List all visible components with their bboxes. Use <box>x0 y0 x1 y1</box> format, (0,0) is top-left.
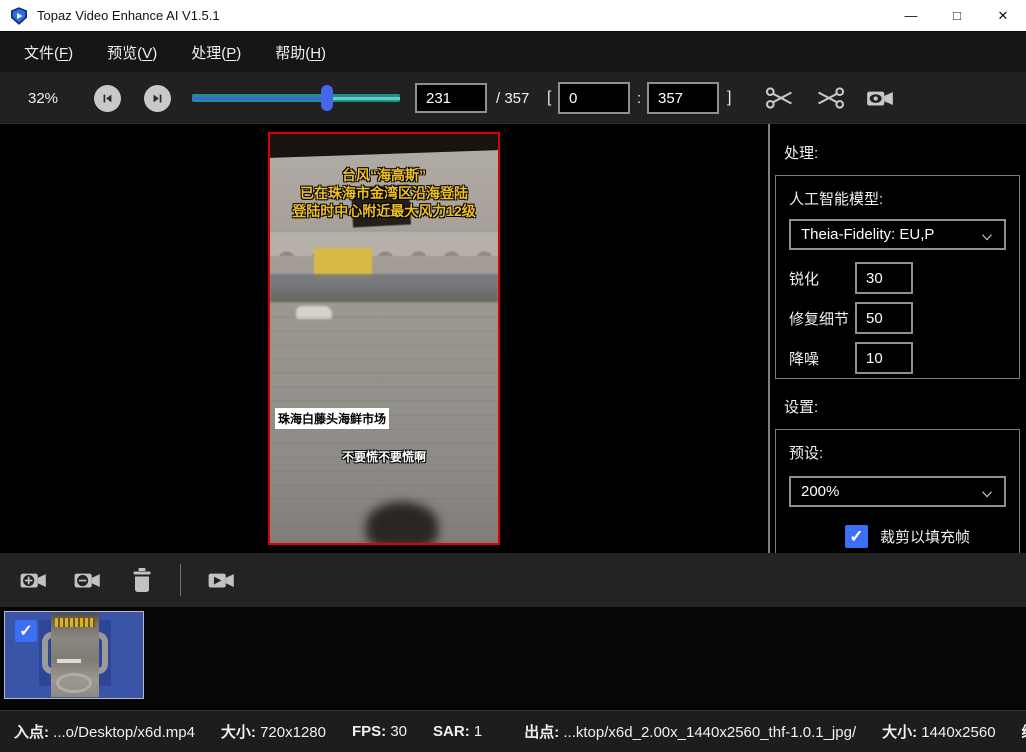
checkmark-icon: ✓ <box>849 527 863 547</box>
video-overlay-title: 台风“海高斯” 已在珠海市金湾区沿海登陆 登陆时中心附近最大风力12级 <box>270 166 498 220</box>
slider-thumb[interactable] <box>321 85 333 111</box>
denoise-label: 降噪 <box>789 348 855 369</box>
window-title: Topaz Video Enhance AI V1.5.1 <box>37 8 220 23</box>
trim-in-button[interactable] <box>764 72 796 124</box>
slider-track[interactable] <box>192 94 400 102</box>
checkmark-icon: ✓ <box>19 621 32 641</box>
trim-out-button[interactable] <box>814 72 846 124</box>
window-titlebar: Topaz Video Enhance AI V1.5.1 — □ ✕ <box>0 0 1026 32</box>
restore-detail-input[interactable] <box>855 302 913 334</box>
current-frame-input[interactable] <box>415 83 487 113</box>
status-output-path: 出点: ...ktop/x6d_2.00x_1440x2560_thf-1.0.… <box>524 721 856 742</box>
preset-group: 预设: 200% ✓ 裁剪以填充帧 <box>775 429 1020 553</box>
menu-item-help[interactable]: 帮助(H) <box>265 38 336 67</box>
video-ceiling-shape <box>270 134 498 160</box>
video-location-label: 珠海白藤头海鲜市场 <box>275 408 389 429</box>
thumbnail-title-smudge <box>55 618 95 627</box>
sharpen-input[interactable] <box>855 262 913 294</box>
statusbar: 入点: ...o/Desktop/x6d.mp4 大小: 720x1280 FP… <box>0 710 1026 752</box>
thumbnail-frame-image <box>51 613 99 697</box>
queue-toolbar-divider <box>180 564 181 596</box>
video-foreground-blob <box>366 502 438 545</box>
skip-to-end-button[interactable] <box>144 85 171 112</box>
camera-minus-icon <box>72 565 104 595</box>
slider-remainder <box>327 97 400 100</box>
ai-model-select[interactable]: Theia-Fidelity: EU,P <box>789 219 1006 250</box>
slider-progress <box>192 97 327 100</box>
camera-eye-icon <box>863 83 897 113</box>
thumbnail-checkbox[interactable]: ✓ <box>15 620 37 642</box>
skip-end-icon <box>149 90 166 107</box>
preset-select[interactable]: 200% <box>789 476 1006 507</box>
skip-to-start-button[interactable] <box>94 85 121 112</box>
sharpen-label: 锐化 <box>789 268 855 289</box>
queue-toolbar <box>0 553 1026 607</box>
ai-model-value: Theia-Fidelity: EU,P <box>801 226 934 243</box>
crop-to-fill-label: 裁剪以填充帧 <box>880 526 970 547</box>
preview-button[interactable] <box>863 72 897 124</box>
denoise-input[interactable] <box>855 342 913 374</box>
status-input-size: 大小: 720x1280 <box>221 721 326 742</box>
trash-icon <box>128 565 156 595</box>
range-separator: : <box>637 72 641 124</box>
zoom-level: 32% <box>28 72 58 124</box>
preset-label: 预设: <box>789 442 1006 463</box>
ai-model-group: 人工智能模型: Theia-Fidelity: EU,P 锐化 修复细节 降噪 <box>775 175 1020 379</box>
ai-model-label: 人工智能模型: <box>789 188 1006 209</box>
menu-item-process[interactable]: 处理(P) <box>181 38 251 67</box>
chevron-down-icon <box>978 485 996 503</box>
skip-start-icon <box>99 90 116 107</box>
status-input-path: 入点: ...o/Desktop/x6d.mp4 <box>14 721 195 742</box>
restore-detail-label: 修复细节 <box>789 308 855 329</box>
menubar: 文件(F) 预览(V) 处理(P) 帮助(H) <box>0 32 1026 72</box>
video-caption: 不要慌不要慌啊 <box>270 448 498 465</box>
thumbnail-strip: ✓ <box>0 607 1026 710</box>
scissors-right-icon <box>764 83 796 113</box>
range-open-bracket: [ <box>547 72 551 124</box>
camera-play-icon <box>205 565 239 595</box>
delete-video-button[interactable] <box>128 565 156 595</box>
preset-value: 200% <box>801 483 839 500</box>
video-wall-shape <box>270 274 498 302</box>
status-scale: 缩放: 200% <box>1022 721 1026 742</box>
range-close-bracket: ] <box>727 72 731 124</box>
video-thumbnail-selected[interactable]: ✓ <box>4 611 144 699</box>
menu-item-file[interactable]: 文件(F) <box>14 38 83 67</box>
scissors-left-icon <box>814 83 846 113</box>
video-preview: 台风“海高斯” 已在珠海市金湾区沿海登陆 登陆时中心附近最大风力12级 珠海白藤… <box>268 132 500 545</box>
settings-section-title: 设置: <box>784 396 1026 417</box>
timeline-slider[interactable] <box>192 72 400 124</box>
remove-video-button[interactable] <box>72 565 104 595</box>
range-end-input[interactable] <box>647 82 719 114</box>
total-frames-label: / 357 <box>496 72 529 124</box>
close-button[interactable]: ✕ <box>980 0 1026 31</box>
thumbnail-coil-shape <box>56 673 92 693</box>
minimize-button[interactable]: — <box>888 0 934 31</box>
status-fps: FPS: 30 <box>352 723 407 740</box>
add-video-button[interactable] <box>18 565 50 595</box>
video-bridge-shape <box>270 230 498 256</box>
menu-item-preview[interactable]: 预览(V) <box>97 38 167 67</box>
status-sar: SAR: 1 <box>433 723 482 740</box>
range-start-input[interactable] <box>558 82 630 114</box>
status-output-size: 大小: 1440x2560 <box>882 721 995 742</box>
app-logo-icon <box>10 7 28 25</box>
chevron-down-icon <box>978 228 996 246</box>
preview-region: 台风“海高斯” 已在珠海市金湾区沿海登陆 登陆时中心附近最大风力12级 珠海白藤… <box>0 124 768 553</box>
crop-to-fill-checkbox[interactable]: ✓ <box>845 525 868 548</box>
thumbnail-label-smudge <box>57 659 81 663</box>
settings-panel: 处理: 人工智能模型: Theia-Fidelity: EU,P 锐化 修复细节… <box>770 124 1026 553</box>
process-video-button[interactable] <box>205 565 239 595</box>
processing-section-title: 处理: <box>784 142 1026 163</box>
playback-toolbar: 32% / 357 [ : ] <box>0 72 1026 124</box>
main-area: 台风“海高斯” 已在珠海市金湾区沿海登陆 登陆时中心附近最大风力12级 珠海白藤… <box>0 124 1026 553</box>
camera-plus-icon <box>18 565 50 595</box>
maximize-button[interactable]: □ <box>934 0 980 31</box>
